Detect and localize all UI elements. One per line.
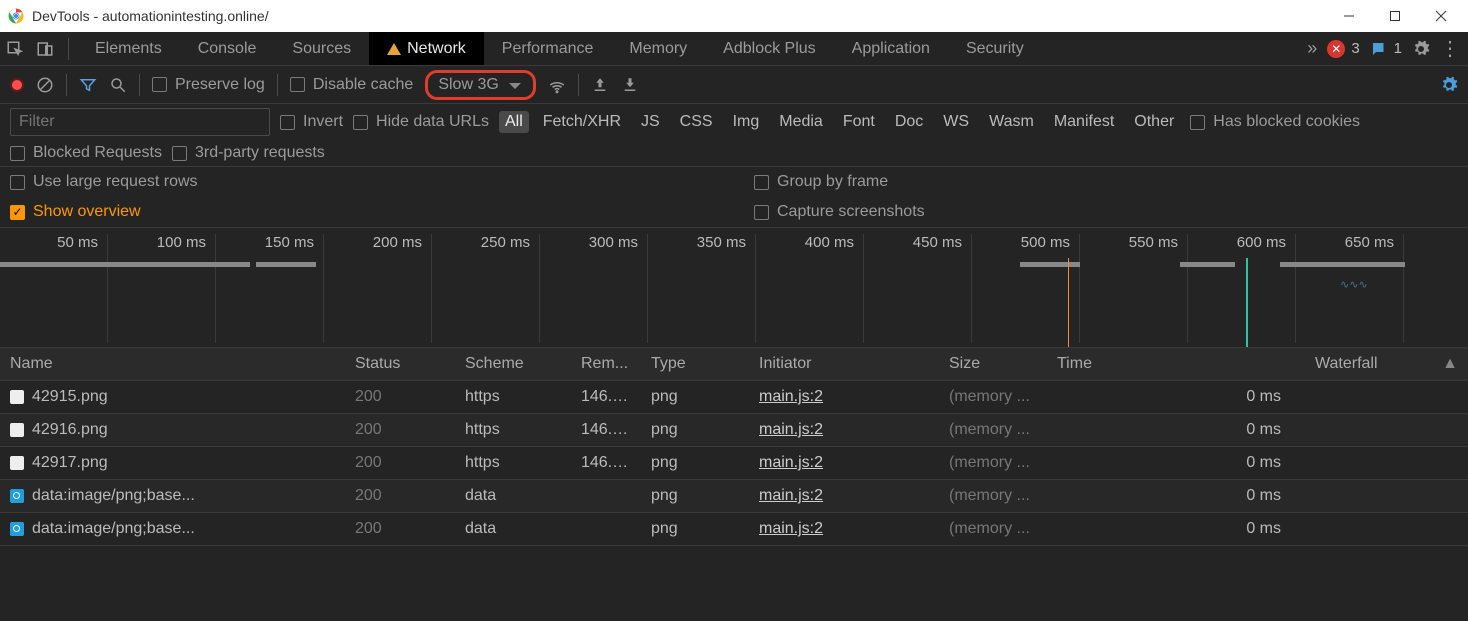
filter-type-wasm[interactable]: Wasm xyxy=(983,111,1040,133)
large-rows-checkbox[interactable]: Use large request rows xyxy=(10,173,714,191)
more-tabs-icon[interactable]: » xyxy=(1307,38,1317,59)
filter-type-doc[interactable]: Doc xyxy=(889,111,929,133)
upload-icon[interactable] xyxy=(591,76,609,94)
blocked-requests-checkbox[interactable]: Blocked Requests xyxy=(10,144,162,162)
filter-type-fetchxhr[interactable]: Fetch/XHR xyxy=(537,111,627,133)
filter-type-img[interactable]: Img xyxy=(727,111,766,133)
filter-bar: Invert Hide data URLs All Fetch/XHR JS CSS I… xyxy=(0,104,1468,140)
clear-icon[interactable] xyxy=(36,76,54,94)
filter-type-font[interactable]: Font xyxy=(837,111,881,133)
tab-performance[interactable]: Performance xyxy=(484,32,612,65)
file-icon xyxy=(10,522,24,536)
network-conditions-icon[interactable] xyxy=(548,76,566,94)
show-overview-checkbox[interactable]: Show overview xyxy=(10,203,714,221)
initiator-link[interactable]: main.js:2 xyxy=(759,520,823,537)
minimize-button[interactable] xyxy=(1326,0,1372,32)
file-icon xyxy=(10,390,24,404)
devtools-tabs: ElementsConsoleSourcesNetworkPerformance… xyxy=(0,32,1468,66)
table-row[interactable]: 42915.png200https146.7...pngmain.js:2(me… xyxy=(0,381,1468,414)
filter-input[interactable] xyxy=(10,108,270,136)
tab-adblock-plus[interactable]: Adblock Plus xyxy=(705,32,834,65)
table-row[interactable]: 42917.png200https146.7...pngmain.js:2(me… xyxy=(0,447,1468,480)
requests-table: Name Status Scheme Rem... Type Initiator… xyxy=(0,348,1468,546)
filter-type-css[interactable]: CSS xyxy=(674,111,719,133)
device-toggle-icon[interactable] xyxy=(30,32,60,65)
third-party-checkbox[interactable]: 3rd-party requests xyxy=(172,144,325,162)
disable-cache-checkbox[interactable]: Disable cache xyxy=(290,76,414,94)
file-icon xyxy=(10,489,24,503)
tab-sources[interactable]: Sources xyxy=(274,32,369,65)
chrome-icon xyxy=(8,8,24,24)
tab-elements[interactable]: Elements xyxy=(77,32,180,65)
filter-type-media[interactable]: Media xyxy=(773,111,829,133)
tab-console[interactable]: Console xyxy=(180,32,275,65)
filter-icon[interactable] xyxy=(79,76,97,94)
hide-data-urls-checkbox[interactable]: Hide data URLs xyxy=(353,113,489,131)
record-button[interactable] xyxy=(10,78,24,92)
settings-icon[interactable] xyxy=(1412,40,1430,58)
tab-security[interactable]: Security xyxy=(948,32,1042,65)
initiator-link[interactable]: main.js:2 xyxy=(759,421,823,438)
issues-badge[interactable]: 1 xyxy=(1370,40,1402,58)
tab-network[interactable]: Network xyxy=(369,32,484,65)
table-row[interactable]: 42916.png200https146.7...pngmain.js:2(me… xyxy=(0,414,1468,447)
timeline-overview[interactable]: 50 ms100 ms150 ms200 ms250 ms300 ms350 m… xyxy=(0,228,1468,348)
group-by-frame-checkbox[interactable]: Group by frame xyxy=(754,173,1458,191)
initiator-link[interactable]: main.js:2 xyxy=(759,454,823,471)
close-button[interactable] xyxy=(1418,0,1464,32)
throttling-select[interactable]: Slow 3G xyxy=(425,70,535,100)
file-icon xyxy=(10,456,24,470)
search-icon[interactable] xyxy=(109,76,127,94)
view-options: Use large request rows Show overview Gro… xyxy=(0,167,1468,228)
error-badge[interactable]: ✕3 xyxy=(1327,40,1359,58)
warning-icon xyxy=(387,36,401,55)
filter-type-js[interactable]: JS xyxy=(635,111,666,133)
initiator-link[interactable]: main.js:2 xyxy=(759,487,823,504)
capture-screenshots-checkbox[interactable]: Capture screenshots xyxy=(754,203,1458,221)
window-titlebar: DevTools - automationintesting.online/ xyxy=(0,0,1468,32)
filter-type-all[interactable]: All xyxy=(499,111,529,133)
network-settings-icon[interactable] xyxy=(1440,76,1458,94)
filter-type-other[interactable]: Other xyxy=(1128,111,1180,133)
maximize-button[interactable] xyxy=(1372,0,1418,32)
table-row[interactable]: data:image/png;base...200datapngmain.js:… xyxy=(0,480,1468,513)
preserve-log-checkbox[interactable]: Preserve log xyxy=(152,76,265,94)
inspect-icon[interactable] xyxy=(0,32,30,65)
table-row[interactable]: data:image/png;base...200datapngmain.js:… xyxy=(0,513,1468,546)
window-title: DevTools - automationintesting.online/ xyxy=(32,8,269,24)
initiator-link[interactable]: main.js:2 xyxy=(759,388,823,405)
filter-type-ws[interactable]: WS xyxy=(937,111,975,133)
invert-checkbox[interactable]: Invert xyxy=(280,113,343,131)
network-toolbar: Preserve log Disable cache Slow 3G xyxy=(0,66,1468,104)
table-header[interactable]: Name Status Scheme Rem... Type Initiator… xyxy=(0,348,1468,381)
menu-icon[interactable]: ⋮ xyxy=(1440,36,1460,61)
filter-type-manifest[interactable]: Manifest xyxy=(1048,111,1120,133)
tab-memory[interactable]: Memory xyxy=(611,32,705,65)
download-icon[interactable] xyxy=(621,76,639,94)
file-icon xyxy=(10,423,24,437)
tab-application[interactable]: Application xyxy=(834,32,948,65)
blocked-cookies-checkbox[interactable]: Has blocked cookies xyxy=(1190,113,1360,131)
